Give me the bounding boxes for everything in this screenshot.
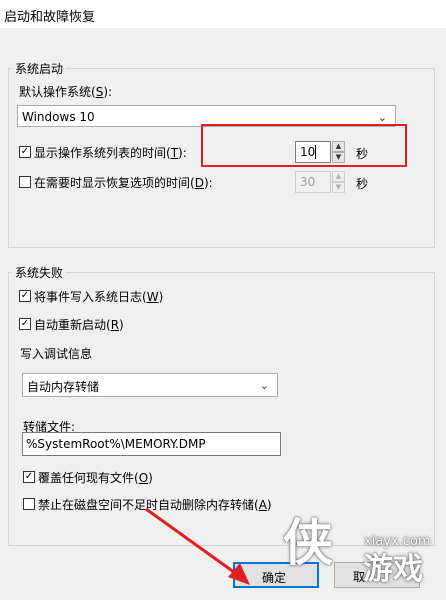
disable-autodelete-checkbox[interactable] <box>23 498 35 510</box>
dump-file-input[interactable]: %SystemRoot%\MEMORY.DMP <box>22 432 281 456</box>
check-icon: ✓ <box>24 471 34 482</box>
red-arrow-annotation <box>145 507 250 585</box>
system-startup-legend: 系统启动 <box>12 60 67 77</box>
watermark-logo: 侠 <box>283 514 333 572</box>
chevron-down-icon: ⌄ <box>377 111 387 124</box>
check-icon: ✓ <box>20 290 30 301</box>
default-os-value: Windows 10 <box>22 110 95 124</box>
check-icon: ✓ <box>20 146 30 157</box>
auto-restart-checkbox[interactable]: ✓ <box>19 318 31 330</box>
show-recovery-seconds-input[interactable]: 30 <box>295 171 331 193</box>
overwrite-label: 覆盖任何现有文件(O) <box>38 471 153 485</box>
debug-info-legend: 写入调试信息 <box>20 347 93 361</box>
write-event-checkbox[interactable]: ✓ <box>19 290 31 302</box>
dump-type-select[interactable]: 自动内存转储 ⌄ <box>22 373 278 397</box>
show-os-list-checkbox[interactable]: ✓ <box>19 146 31 158</box>
write-event-label: 将事件写入系统日志(W) <box>34 290 164 304</box>
spin-down-icon: ▼ <box>335 183 342 191</box>
system-failure-legend: 系统失败 <box>12 264 67 281</box>
watermark-site: xiayx.com <box>364 534 431 549</box>
overwrite-checkbox[interactable]: ✓ <box>23 471 35 483</box>
chevron-down-icon: ⌄ <box>259 379 269 392</box>
dump-type-value: 自动内存转储 <box>27 380 100 394</box>
spin-up-icon: ▲ <box>335 172 342 180</box>
window-title: 启动和故障恢复 <box>4 10 96 25</box>
show-recovery-label: 在需要时显示恢复选项的时间(D): <box>34 176 213 190</box>
watermark-name: 游戏 <box>363 552 423 587</box>
show-recovery-spin-down[interactable]: ▼ <box>332 182 345 193</box>
auto-restart-label: 自动重新启动(R) <box>34 318 124 332</box>
show-recovery-checkbox[interactable] <box>19 176 31 188</box>
highlight-box <box>201 124 407 167</box>
check-icon: ✓ <box>20 318 30 329</box>
show-os-list-label: 显示操作系统列表的时间(T): <box>34 146 187 160</box>
show-recovery-unit: 秒 <box>356 177 369 191</box>
arrow-shaft <box>145 507 239 577</box>
arrow-head <box>228 563 250 585</box>
show-recovery-seconds-value: 30 <box>300 175 316 189</box>
default-os-label: 默认操作系统(S): <box>19 85 113 99</box>
title-bar: 启动和故障恢复 <box>0 0 446 28</box>
show-recovery-spin-up[interactable]: ▲ <box>332 171 345 182</box>
dump-file-value: %SystemRoot%\MEMORY.DMP <box>26 437 206 451</box>
